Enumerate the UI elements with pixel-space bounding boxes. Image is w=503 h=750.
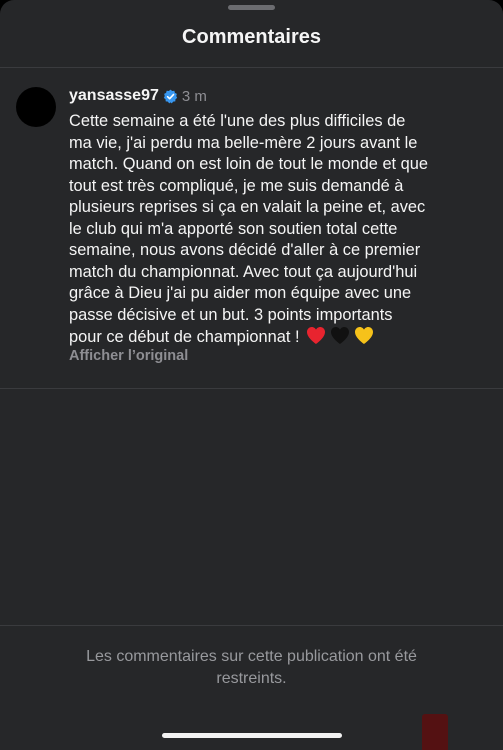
black-heart-icon <box>330 327 349 344</box>
username-link[interactable]: yansasse97 <box>69 87 159 105</box>
home-indicator[interactable] <box>162 733 342 738</box>
show-original-button[interactable]: Afficher l’original <box>69 348 188 364</box>
verified-badge-icon <box>163 89 178 103</box>
header-divider <box>0 67 503 68</box>
red-heart-icon <box>306 327 325 344</box>
sheet-title: Commentaires <box>182 26 321 48</box>
comment-emojis <box>306 326 374 345</box>
sheet-grabber[interactable] <box>228 5 275 10</box>
footer-divider <box>0 625 503 626</box>
comments-restricted-notice: Les commentaires sur cette publication o… <box>40 646 463 690</box>
comment-header: yansasse97 3 m <box>69 86 207 106</box>
avatar[interactable] <box>16 87 56 127</box>
comment-text: Cette semaine a été l'une des plus diffi… <box>69 112 429 346</box>
comment-timestamp: 3 m <box>181 87 207 105</box>
restricted-text: Les commentaires sur cette publication o… <box>86 648 417 687</box>
background-mark <box>422 714 448 750</box>
comment-divider <box>0 388 503 389</box>
comments-sheet: Commentaires yansasse97 3 m Cette semain… <box>0 0 503 750</box>
comment-body: Cette semaine a été l'une des plus diffi… <box>69 111 489 349</box>
yellow-heart-icon <box>354 327 373 344</box>
